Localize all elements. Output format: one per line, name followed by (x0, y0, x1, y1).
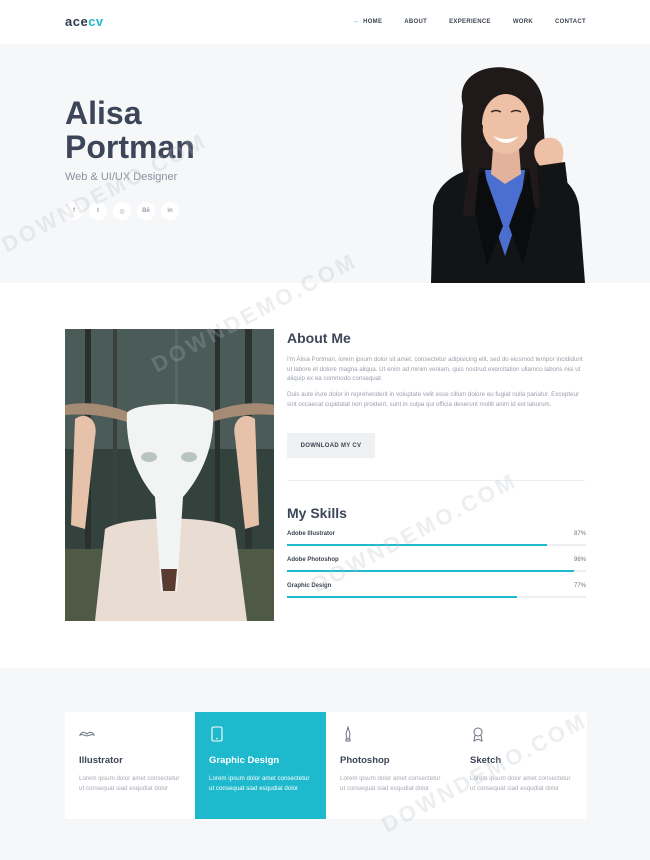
about-photo (65, 329, 274, 621)
nav-item-contact[interactable]: CONTACT (555, 18, 586, 25)
user-badge-icon (473, 727, 483, 742)
logo-accent: cv (88, 14, 104, 29)
about-title: About Me (287, 330, 351, 346)
service-card-illustrator[interactable]: Illustrator Lorem ipsum dolor amet conse… (65, 712, 196, 819)
nav-item-home[interactable]: → HOME (352, 18, 383, 25)
nav-label: WORK (512, 18, 534, 25)
dribbble-icon[interactable]: ◎ (113, 202, 131, 220)
service-title: Graphic Design (209, 755, 280, 766)
section-divider (287, 480, 585, 481)
linkedin-icon[interactable]: in (161, 202, 179, 220)
nav-item-experience[interactable]: EXPERIENCE (449, 18, 491, 25)
top-navbar: acecv → HOME ABOUT EXPERIENCE WORK CONTAC… (0, 0, 650, 44)
service-title: Illustrator (79, 755, 123, 766)
download-cv-button[interactable]: DOWNLOAD MY CV (287, 433, 375, 458)
mustache-icon (79, 731, 95, 737)
skill-bar-fill (287, 570, 575, 572)
service-card-photoshop[interactable]: Photoshop Lorem ipsum dolor amet consect… (326, 712, 457, 819)
skill-bar-fill (287, 596, 518, 598)
skill-track (287, 570, 586, 572)
skill-name: Adobe Illustrator (287, 531, 336, 537)
service-description: Lorem ipsum dolor amet consectetur ut co… (209, 775, 310, 792)
skill-percent: 87% (573, 531, 586, 537)
logo-main: ace (65, 14, 89, 29)
about-paragraph-2: Duis aute irure dolor in reprehenderit i… (287, 391, 580, 408)
hero-section: Alisa Portman Web & UI/UX Designer f t ◎… (0, 44, 650, 283)
service-title: Photoshop (340, 755, 390, 766)
nav-label: HOME (363, 18, 383, 25)
arrow-right-icon: → (351, 18, 360, 25)
about-paragraph-1: I'm Alisa Portman, lorem ipsum dolor sit… (287, 356, 583, 383)
skill-percent: 77% (573, 583, 586, 589)
skills-title: My Skills (287, 505, 347, 521)
skill-row: Graphic Design 77% (287, 583, 586, 603)
skill-row: Adobe Illustrator 87% (287, 531, 586, 551)
hero-first-name: Alisa (65, 95, 142, 131)
service-description: Lorem ipsum dolor amet consectetur ut co… (79, 775, 180, 792)
nav-item-about[interactable]: ABOUT (404, 18, 427, 25)
service-description: Lorem ipsum dolor amet consectetur ut co… (470, 775, 571, 792)
skill-track (287, 544, 586, 546)
portrait-photo (431, 67, 585, 283)
nav-label: CONTACT (555, 18, 586, 25)
hero-role: Web & UI/UX Designer (65, 171, 178, 183)
tablet-icon (211, 726, 223, 742)
skill-name: Adobe Photoshop (287, 557, 339, 563)
pen-tool-icon (345, 726, 351, 742)
service-description: Lorem ipsum dolor amet consectetur ut co… (340, 775, 441, 792)
main-menu: → HOME ABOUT EXPERIENCE WORK CONTACT (352, 18, 586, 25)
facebook-icon[interactable]: f (65, 202, 83, 220)
service-card-sketch[interactable]: Sketch Lorem ipsum dolor amet consectetu… (456, 712, 587, 819)
hero-name: Alisa Portman (65, 96, 195, 164)
skill-track (287, 596, 586, 598)
skill-name: Graphic Design (287, 583, 332, 589)
skill-percent: 96% (573, 557, 586, 563)
skill-row: Adobe Photoshop 96% (287, 557, 586, 577)
logo[interactable]: acecv (65, 14, 104, 29)
service-card-graphic-design[interactable]: Graphic Design Lorem ipsum dolor amet co… (195, 712, 326, 819)
behance-icon[interactable]: Bē (137, 202, 155, 220)
nav-item-work[interactable]: WORK (513, 18, 533, 25)
nav-label: EXPERIENCE (449, 18, 491, 25)
skill-bar-fill (287, 544, 548, 546)
social-links: f t ◎ Bē in (65, 202, 179, 220)
service-title: Sketch (470, 755, 502, 766)
twitter-icon[interactable]: t (89, 202, 107, 220)
nav-label: ABOUT (404, 18, 428, 25)
hero-last-name: Portman (65, 129, 195, 165)
